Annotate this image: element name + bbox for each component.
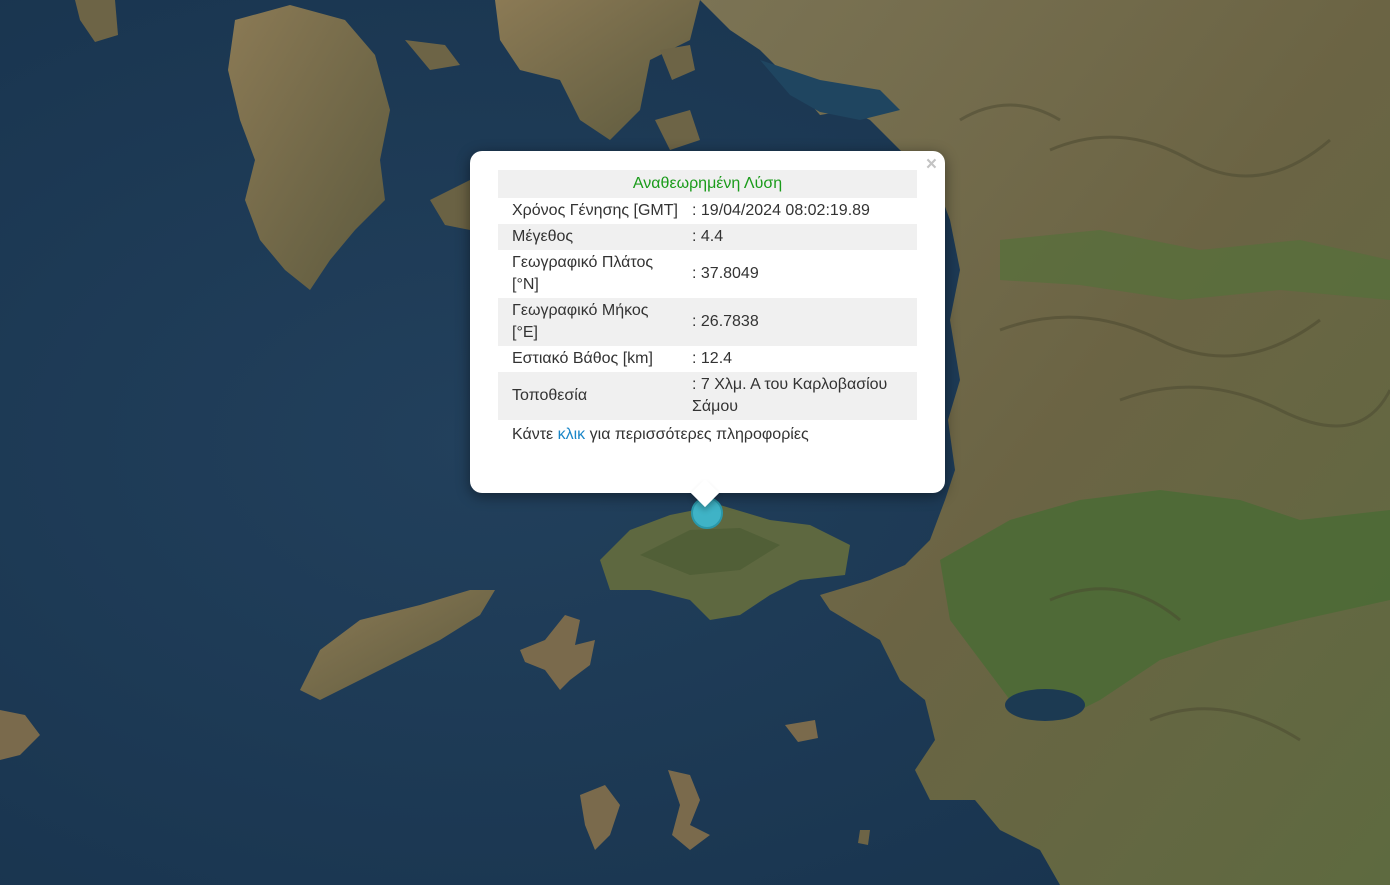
- latitude-value: : 37.8049: [692, 265, 759, 282]
- more-info-prefix: Κάντε: [512, 426, 558, 443]
- table-row: Γεωγραφικό Μήκος [°E] : 26.7838: [498, 298, 917, 346]
- table-row: Μέγεθος : 4.4: [498, 224, 917, 250]
- islet-small: [858, 830, 870, 845]
- table-row: Εστιακό Βάθος [km] : 12.4: [498, 346, 917, 372]
- more-info-text: Κάντε κλικ για περισσότερες πληροφορίες: [498, 420, 917, 450]
- location-value: : 7 Χλμ. Α του Καρλοβασίου Σάμου: [692, 372, 917, 420]
- table-row: Αναθεωρημένη Λύση: [498, 170, 917, 198]
- depth-label: Εστιακό Βάθος [km]: [512, 350, 653, 367]
- more-info-suffix: για περισσότερες πληροφορίες: [585, 426, 809, 443]
- magnitude-label: Μέγεθος: [498, 224, 692, 250]
- lake: [1005, 689, 1085, 721]
- magnitude-value: : 4.4: [692, 224, 917, 250]
- depth-value: : 12.4: [692, 350, 733, 367]
- table-row: Χρόνος Γένησης [GMT] : 19/04/2024 08:02:…: [498, 198, 917, 224]
- table-row: Τοποθεσία : 7 Χλμ. Α του Καρλοβασίου Σάμ…: [498, 372, 917, 420]
- longitude-value: : 26.7838: [692, 298, 917, 346]
- popup-content: Αναθεωρημένη Λύση Χρόνος Γένησης [GMT] :…: [498, 170, 917, 450]
- more-info-link[interactable]: κλικ: [558, 426, 586, 443]
- longitude-label: Γεωγραφικό Μήκος [°E]: [498, 298, 692, 346]
- origin-time-label: Χρόνος Γένησης [GMT]: [512, 202, 678, 219]
- close-icon[interactable]: ×: [926, 155, 937, 175]
- latitude-label: Γεωγραφικό Πλάτος [°N]: [512, 254, 654, 293]
- popup-title: Αναθεωρημένη Λύση: [498, 170, 917, 198]
- origin-time-value: : 19/04/2024 08:02:19.89: [692, 202, 870, 219]
- satellite-map[interactable]: × Αναθεωρημένη Λύση Χρόνος Γένησης [GMT]…: [0, 0, 1390, 885]
- earthquake-info-popup: × Αναθεωρημένη Λύση Χρόνος Γένησης [GMT]…: [470, 151, 945, 508]
- table-row: Γεωγραφικό Πλάτος [°N] : 37.8049: [498, 250, 917, 298]
- info-table: Αναθεωρημένη Λύση Χρόνος Γένησης [GMT] :…: [498, 170, 917, 420]
- location-label: Τοποθεσία: [498, 372, 692, 420]
